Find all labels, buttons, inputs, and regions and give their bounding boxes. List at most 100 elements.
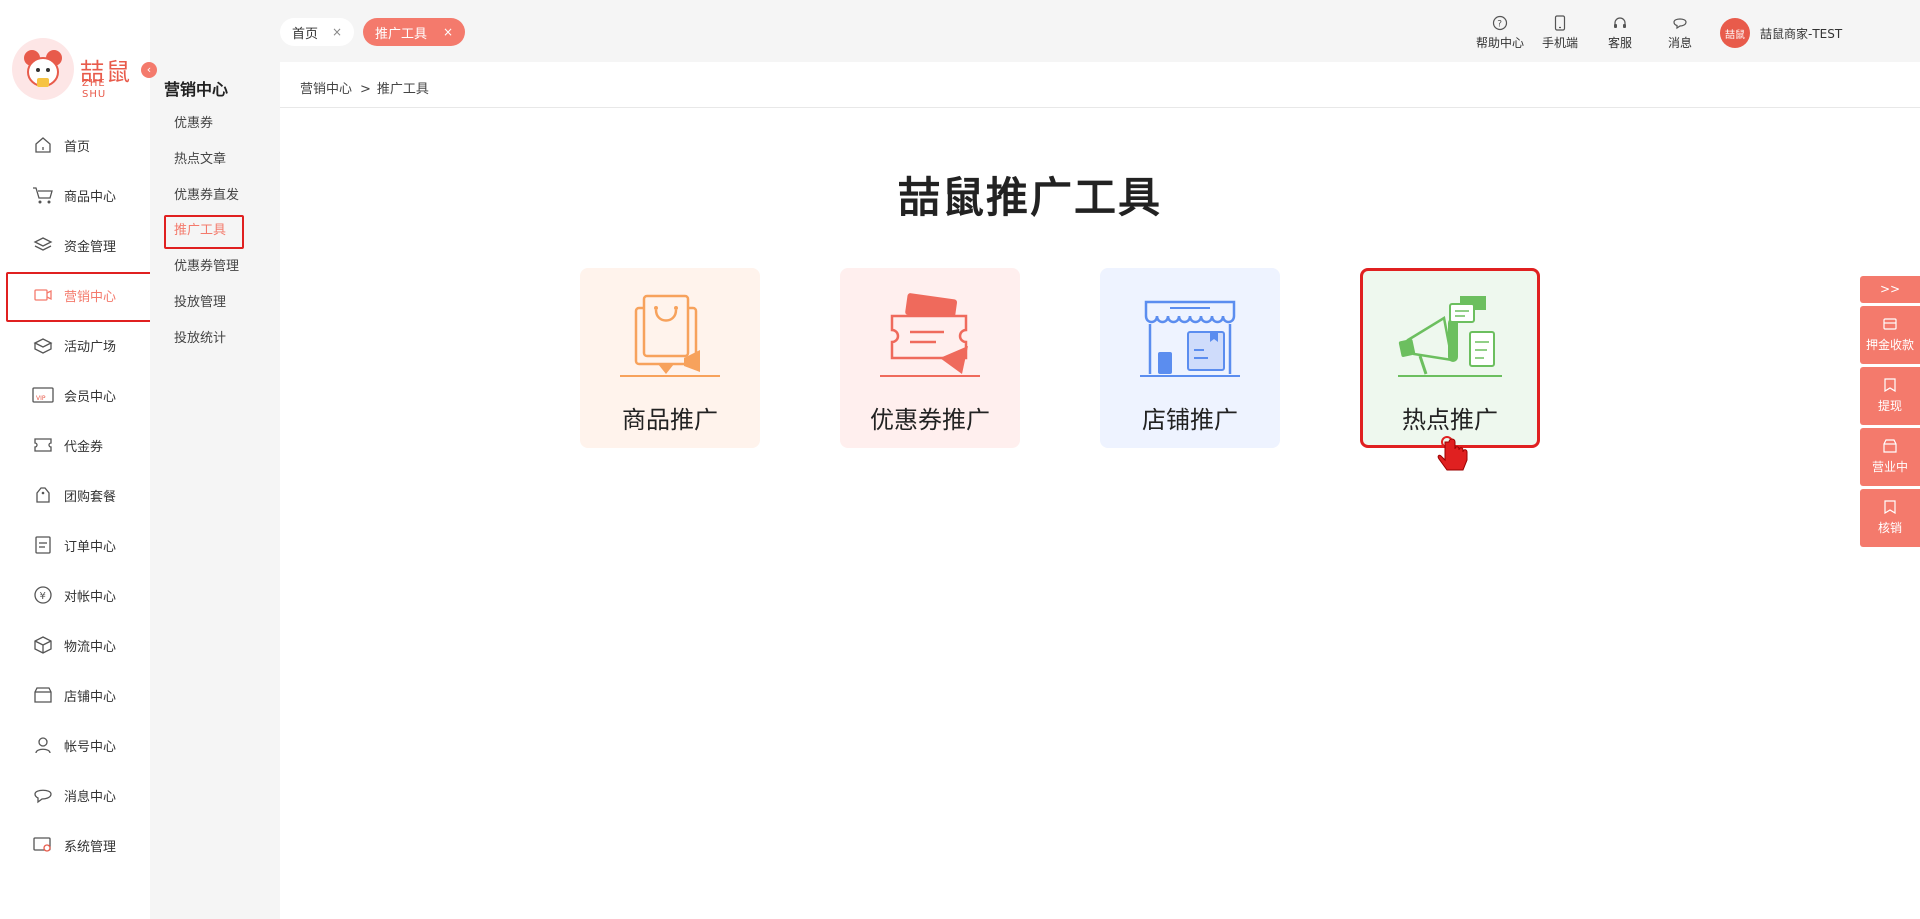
sidebar-item-voucher[interactable]: 代金券 <box>0 420 150 470</box>
sidebar-item-label: 消息中心 <box>64 789 117 805</box>
shopping-bag-monitor-icon <box>620 294 720 377</box>
hot-topic-promotion-card[interactable]: 热点推广 <box>1360 268 1540 448</box>
verify-button[interactable]: 核销 <box>1860 489 1920 547</box>
sidebar-item-members[interactable]: VIP 会员中心 <box>0 370 150 420</box>
sidebar-item-label: 帐号中心 <box>64 739 117 755</box>
user-icon <box>32 734 54 756</box>
home-icon <box>32 134 54 156</box>
sidebar-item-home[interactable]: 首页 <box>0 120 150 170</box>
subnav-item-placement-manage[interactable]: 投放管理 <box>174 293 226 313</box>
customer-service-button[interactable]: 客服 <box>1593 14 1647 51</box>
sidebar-item-account[interactable]: 帐号中心 <box>0 720 150 770</box>
store-promotion-card[interactable]: 店铺推广 <box>1100 268 1280 448</box>
sidebar-item-label: 店铺中心 <box>64 689 117 705</box>
shop-open-icon <box>1860 438 1920 454</box>
tab-home[interactable]: 首页 × <box>280 18 354 46</box>
sidebar-item-marketing[interactable]: 营销中心 <box>0 270 152 322</box>
float-label: 提现 <box>1877 399 1902 413</box>
sidebar-item-products[interactable]: 商品中心 <box>0 170 150 220</box>
breadcrumb-separator: > <box>360 82 371 97</box>
sidebar-item-group-buy[interactable]: 团购套餐 <box>0 470 150 520</box>
layers-icon <box>32 234 54 256</box>
business-status-button[interactable]: 营业中 <box>1860 428 1920 486</box>
subnav-item-coupon-manage[interactable]: 优惠券管理 <box>174 257 239 277</box>
cart-icon <box>32 184 54 206</box>
withdraw-button[interactable]: 提现 <box>1860 367 1920 425</box>
yen-icon: ¥ <box>32 584 54 606</box>
floating-action-panel: >> 押金收款 提现 营业中 核销 <box>1860 276 1920 550</box>
sidebar-item-label: 代金券 <box>64 439 104 455</box>
sidebar-item-label: 会员中心 <box>64 389 117 405</box>
top-action-label: 帮助中心 <box>1475 36 1524 50</box>
mobile-button[interactable]: 手机端 <box>1533 14 1587 51</box>
collapse-sidebar-button[interactable]: ‹ <box>141 62 157 78</box>
main-sidebar: 喆鼠 ZHE SHU ‹ 首页 商品中心 资金管理 营销中心 活动广场 VIP … <box>0 0 157 919</box>
sidebar-item-label: 物流中心 <box>64 639 117 655</box>
sidebar-item-label: 系统管理 <box>64 839 117 855</box>
sidebar-item-label: 对帐中心 <box>64 589 117 605</box>
logo[interactable]: 喆鼠 ZHE SHU <box>12 38 132 102</box>
main-content: 营销中心 > 推广工具 喆鼠推广工具 商品推广 优惠券推广 店铺推广 热点推广 <box>280 62 1920 919</box>
help-icon: ? <box>1491 14 1509 32</box>
withdraw-icon <box>1860 377 1920 393</box>
sidebar-item-logistics[interactable]: 物流中心 <box>0 620 150 670</box>
message-icon <box>32 784 54 806</box>
megaphone-icon <box>1398 296 1502 377</box>
sidebar-item-store[interactable]: 店铺中心 <box>0 670 150 720</box>
top-action-label: 客服 <box>1607 36 1632 50</box>
messages-button[interactable]: 消息 <box>1653 14 1707 51</box>
breadcrumb-current: 推广工具 <box>376 82 429 97</box>
tab-promo-tools[interactable]: 推广工具 × <box>363 18 465 46</box>
top-action-label: 消息 <box>1667 36 1692 50</box>
sub-sidebar: 营销中心 优惠券 热点文章 优惠券直发 推广工具 优惠券管理 投放管理 投放统计 <box>150 0 280 919</box>
card-label: 商品推广 <box>622 406 718 434</box>
top-bar: 首页 × 推广工具 × ? 帮助中心 手机端 客服 消息 喆鼠 喆鼠商家-TES… <box>280 0 1920 62</box>
subnav-item-promo-tools[interactable]: 推广工具 <box>163 215 245 249</box>
coupon-promotion-card[interactable]: 优惠券推广 <box>840 268 1020 448</box>
tab-label: 推广工具 <box>375 26 428 42</box>
help-center-button[interactable]: ? 帮助中心 <box>1473 14 1527 51</box>
close-icon[interactable]: × <box>332 25 342 39</box>
page-title: 喆鼠推广工具 <box>897 173 1162 222</box>
mascot-logo-icon <box>12 38 74 100</box>
svg-text:¥: ¥ <box>40 591 46 602</box>
sidebar-item-orders[interactable]: 订单中心 <box>0 520 150 570</box>
user-name: 喆鼠商家-TEST <box>1760 26 1843 41</box>
svg-text:?: ? <box>1497 20 1502 30</box>
subnav-item-hot-articles[interactable]: 热点文章 <box>174 150 226 170</box>
sidebar-item-funds[interactable]: 资金管理 <box>0 220 150 270</box>
card-label: 热点推广 <box>1402 406 1498 434</box>
close-icon[interactable]: × <box>443 25 453 39</box>
sidebar-item-label: 订单中心 <box>64 539 117 555</box>
box-icon <box>32 334 54 356</box>
phone-icon <box>1551 14 1569 32</box>
subnav-item-coupon-direct[interactable]: 优惠券直发 <box>174 186 239 206</box>
product-promotion-card[interactable]: 商品推广 <box>580 268 760 448</box>
breadcrumb: 营销中心 > 推广工具 <box>300 78 429 97</box>
sidebar-item-system[interactable]: 系统管理 <box>0 820 150 870</box>
avatar: 喆鼠 <box>1720 18 1750 48</box>
subnav-item-placement-stats[interactable]: 投放统计 <box>174 329 226 349</box>
breadcrumb-parent[interactable]: 营销中心 <box>300 82 352 97</box>
top-action-label: 手机端 <box>1541 36 1578 50</box>
float-label: 核销 <box>1877 521 1902 535</box>
sidebar-item-reconcile[interactable]: ¥ 对帐中心 <box>0 570 150 620</box>
wallet-icon <box>1860 316 1920 332</box>
sidebar-item-label: 首页 <box>64 139 91 155</box>
tag-icon <box>32 484 54 506</box>
user-menu[interactable]: 喆鼠 喆鼠商家-TEST <box>1720 18 1842 48</box>
expand-panel-button[interactable]: >> <box>1860 276 1920 303</box>
deposit-collect-button[interactable]: 押金收款 <box>1860 306 1920 364</box>
sidebar-item-label: 商品中心 <box>64 189 117 205</box>
sidebar-item-activity[interactable]: 活动广场 <box>0 320 150 370</box>
order-icon <box>32 534 54 556</box>
marketing-icon <box>32 284 54 306</box>
logo-subtext: ZHE SHU <box>82 78 107 100</box>
voucher-icon <box>32 434 54 456</box>
card-label: 优惠券推广 <box>870 406 990 434</box>
verify-icon <box>1860 499 1920 515</box>
vip-icon: VIP <box>32 384 54 406</box>
subnav-item-coupons[interactable]: 优惠券 <box>174 114 213 134</box>
sidebar-item-messages[interactable]: 消息中心 <box>0 770 150 820</box>
card-label: 店铺推广 <box>1142 406 1238 434</box>
